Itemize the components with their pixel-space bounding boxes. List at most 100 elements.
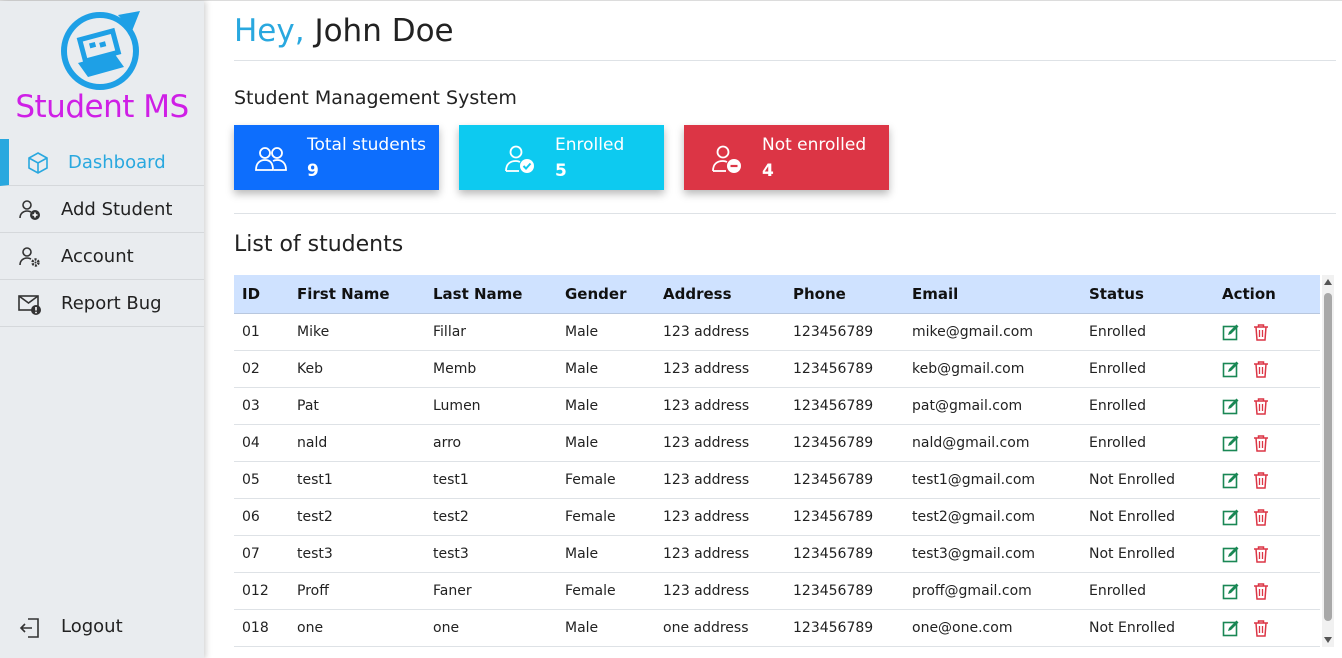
scroll-up-arrow[interactable] <box>1324 279 1332 285</box>
scrollbar-thumb[interactable] <box>1324 293 1332 621</box>
cell-action <box>1214 313 1320 351</box>
edit-icon[interactable] <box>1222 508 1240 526</box>
cell-email: mike@gmail.com <box>904 313 1081 351</box>
delete-icon[interactable] <box>1252 323 1270 341</box>
students-table: ID First Name Last Name Gender Address P… <box>234 275 1320 647</box>
sidebar-item-account[interactable]: Account <box>0 233 204 280</box>
cell-gender: Female <box>557 461 655 499</box>
cell-id: 02 <box>234 350 289 388</box>
sidebar-item-add-student[interactable]: Add Student <box>0 186 204 233</box>
column-header-action: Action <box>1214 275 1320 314</box>
cell-last-name: one <box>425 609 557 647</box>
edit-icon[interactable] <box>1222 360 1240 378</box>
delete-icon[interactable] <box>1252 397 1270 415</box>
card-value: 4 <box>762 161 774 181</box>
table-row[interactable]: 04 nald arro Male 123 address 123456789 nald@g… <box>234 424 1320 462</box>
edit-icon[interactable] <box>1222 619 1240 637</box>
table-row[interactable]: 018 one one Male one address 123456789 one@one… <box>234 609 1320 647</box>
cell-first-name: test1 <box>289 461 425 499</box>
cell-gender: Male <box>557 535 655 573</box>
cell-email: proff@gmail.com <box>904 572 1081 610</box>
students-table-container: ID First Name Last Name Gender Address P… <box>234 275 1336 658</box>
card-label: Total students <box>307 135 426 155</box>
cell-email: test2@gmail.com <box>904 498 1081 536</box>
delete-icon[interactable] <box>1252 360 1270 378</box>
table-row[interactable]: 03 Pat Lumen Male 123 address 123456789 pat@gm… <box>234 387 1320 425</box>
table-row[interactable]: 06 test2 test2 Female 123 address 123456789 te… <box>234 498 1320 536</box>
cell-gender: Male <box>557 350 655 388</box>
cell-last-name: Memb <box>425 350 557 388</box>
cell-last-name: test2 <box>425 498 557 536</box>
delete-icon[interactable] <box>1252 434 1270 452</box>
divider <box>234 60 1336 61</box>
delete-icon[interactable] <box>1252 545 1270 563</box>
cell-action <box>1214 350 1320 388</box>
column-header-last-name[interactable]: Last Name <box>425 275 557 314</box>
cell-address: 123 address <box>655 572 785 610</box>
app-window: Student MS Dashboard Add Student Account… <box>0 0 1342 658</box>
edit-icon[interactable] <box>1222 545 1240 563</box>
table-row[interactable]: 02 Keb Memb Male 123 address 123456789 keb@gma… <box>234 350 1320 388</box>
edit-icon[interactable] <box>1222 397 1240 415</box>
cell-status: Not Enrolled <box>1081 498 1214 536</box>
table-row[interactable]: 012 Proff Faner Female 123 address 123456789 p… <box>234 572 1320 610</box>
cell-gender: Male <box>557 387 655 425</box>
sidebar-item-report-bug[interactable]: Report Bug <box>0 280 204 327</box>
cell-action <box>1214 498 1320 536</box>
sidebar-item-label: Report Bug <box>61 292 162 314</box>
section-subtitle: Student Management System <box>234 87 517 109</box>
cell-first-name: Mike <box>289 313 425 351</box>
cell-id: 012 <box>234 572 289 610</box>
cell-id: 05 <box>234 461 289 499</box>
logo-laptop-icon <box>61 11 140 90</box>
table-row[interactable]: 05 test1 test1 Female 123 address 123456789 te… <box>234 461 1320 499</box>
cell-first-name: Proff <box>289 572 425 610</box>
page-title: Hey, John Doe <box>234 13 454 49</box>
sidebar-item-dashboard[interactable]: Dashboard <box>0 139 204 186</box>
scroll-down-arrow[interactable] <box>1324 637 1332 643</box>
column-header-id[interactable]: ID <box>234 275 289 314</box>
delete-icon[interactable] <box>1252 471 1270 489</box>
delete-icon[interactable] <box>1252 619 1270 637</box>
cell-gender: Male <box>557 313 655 351</box>
column-header-email[interactable]: Email <box>904 275 1081 314</box>
cell-last-name: test3 <box>425 535 557 573</box>
column-header-status[interactable]: Status <box>1081 275 1214 314</box>
cell-id: 01 <box>234 313 289 351</box>
delete-icon[interactable] <box>1252 582 1270 600</box>
cell-last-name: Lumen <box>425 387 557 425</box>
table-row[interactable]: 01 Mike Fillar Male 123 address 123456789 mike… <box>234 313 1320 351</box>
edit-icon[interactable] <box>1222 471 1240 489</box>
cell-address: 123 address <box>655 387 785 425</box>
column-header-phone[interactable]: Phone <box>785 275 904 314</box>
cell-phone: 123456789 <box>785 350 904 388</box>
list-title: List of students <box>234 232 404 257</box>
divider <box>234 213 1336 214</box>
logout-button[interactable]: Logout <box>0 606 204 650</box>
cell-address: 123 address <box>655 424 785 462</box>
cell-email: one@one.com <box>904 609 1081 647</box>
logo-text: Student MS <box>15 89 189 125</box>
table-scrollbar[interactable] <box>1322 275 1334 647</box>
edit-icon[interactable] <box>1222 434 1240 452</box>
cell-status: Enrolled <box>1081 424 1214 462</box>
envelope-exclamation-icon <box>18 295 41 315</box>
cell-status: Enrolled <box>1081 387 1214 425</box>
cell-email: test3@gmail.com <box>904 535 1081 573</box>
cell-phone: 123456789 <box>785 535 904 573</box>
column-header-gender[interactable]: Gender <box>557 275 655 314</box>
edit-icon[interactable] <box>1222 323 1240 341</box>
column-header-address[interactable]: Address <box>655 275 785 314</box>
cell-id: 06 <box>234 498 289 536</box>
edit-icon[interactable] <box>1222 582 1240 600</box>
delete-icon[interactable] <box>1252 508 1270 526</box>
person-check-icon <box>505 145 534 173</box>
cell-action <box>1214 609 1320 647</box>
cell-first-name: Pat <box>289 387 425 425</box>
card-value: 9 <box>307 161 319 181</box>
app-logo[interactable]: Student MS <box>0 1 204 136</box>
table-row[interactable]: 07 test3 test3 Male 123 address 123456789 test… <box>234 535 1320 573</box>
column-header-first-name[interactable]: First Name <box>289 275 425 314</box>
cell-address: 123 address <box>655 535 785 573</box>
cell-gender: Female <box>557 572 655 610</box>
